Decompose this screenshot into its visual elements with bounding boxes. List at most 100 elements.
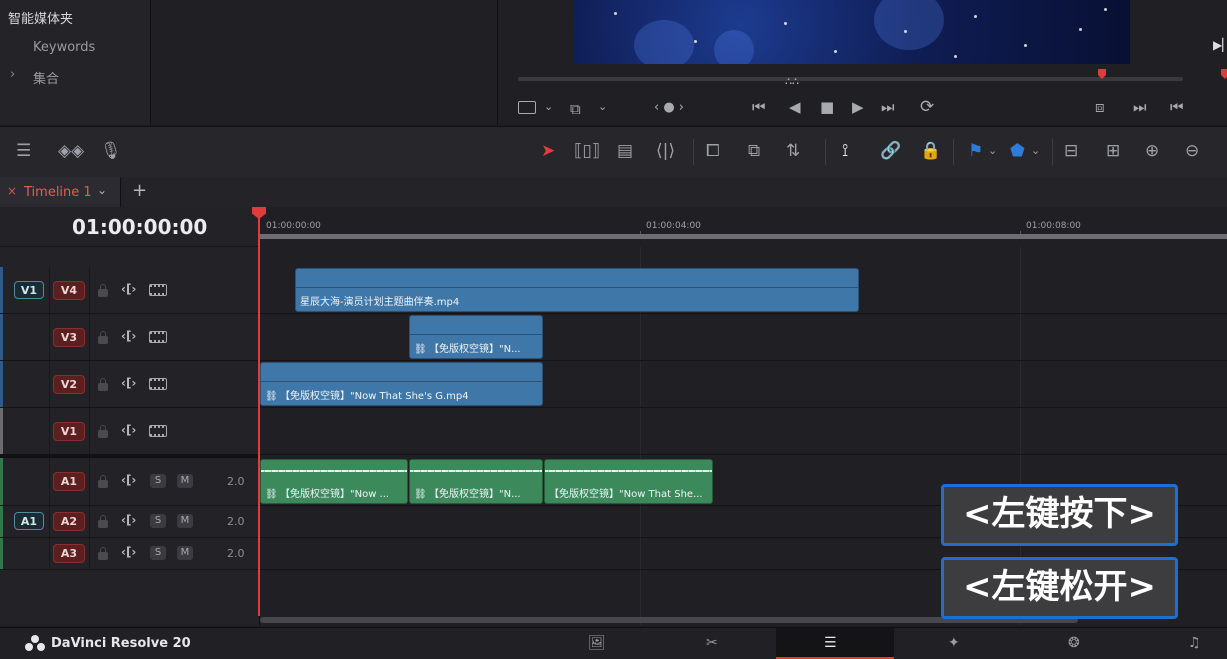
audio-track-icon[interactable]: ⧉ xyxy=(570,100,581,118)
lock-icon[interactable] xyxy=(98,331,108,344)
track-header-v3[interactable]: V3 ‹[› xyxy=(0,314,259,361)
video-clip-v2[interactable]: ⛓ 【免版权空镜】"Now That She's G.mp4 xyxy=(260,362,543,406)
go-to-start-icon[interactable]: ⏮ xyxy=(752,98,766,116)
auto-select-icon[interactable]: ‹[› xyxy=(121,376,136,390)
zoom-full-icon[interactable]: ⊟ xyxy=(1064,141,1078,161)
linked-selection-icon[interactable]: 🔗 xyxy=(880,141,901,161)
solo-button[interactable]: S xyxy=(150,514,166,528)
marker-icon[interactable]: ⬟ xyxy=(1010,141,1025,161)
snapping-icon[interactable]: ⟟ xyxy=(842,141,848,161)
voiceover-mic-icon[interactable]: 🎙 xyxy=(100,141,122,161)
keywords-bin[interactable]: Keywords xyxy=(33,40,95,55)
trim-edit-icon[interactable]: ⟦▯⟧ xyxy=(574,141,600,161)
go-to-end-icon[interactable]: ⏭ xyxy=(881,98,895,116)
fusion-page-icon[interactable]: ✦ xyxy=(948,635,960,651)
dynamic-trim-icon[interactable]: ▤ xyxy=(617,141,633,161)
audio-clip-a1-2[interactable]: ⛓ 【免版权空镜】"N... xyxy=(409,459,543,504)
zoom-out-icon[interactable]: ⊖ xyxy=(1185,141,1199,161)
auto-select-icon[interactable]: ‹[› xyxy=(121,545,136,559)
match-frame-icon[interactable]: ⧈ xyxy=(1095,98,1105,116)
auto-select-icon[interactable]: ‹[› xyxy=(121,282,136,296)
track-name-button[interactable]: V3 xyxy=(53,328,85,347)
timeline-playhead[interactable] xyxy=(258,207,260,616)
timeline-timecode[interactable]: 01:00:00:00 xyxy=(72,215,207,239)
collections-bin[interactable]: 集合 xyxy=(33,68,59,87)
source-destination-a1[interactable]: A1 xyxy=(14,512,44,530)
timeline-options-icon[interactable]: ◈◈ xyxy=(58,141,84,161)
zoom-detail-icon[interactable]: ⊞ xyxy=(1106,141,1120,161)
selection-pointer-icon[interactable]: ➤ xyxy=(541,141,555,161)
track-name-button[interactable]: V2 xyxy=(53,375,85,394)
fairlight-page-icon[interactable]: ♫ xyxy=(1188,635,1201,651)
stop-icon[interactable]: ■ xyxy=(820,98,834,116)
media-page-icon[interactable]: 🖼 xyxy=(588,635,606,651)
track-name-button[interactable]: V1 xyxy=(53,422,85,441)
auto-select-icon[interactable]: ‹[› xyxy=(121,329,136,343)
track-header-a2[interactable]: A1 A2 ‹[› S M 2.0 xyxy=(0,506,259,538)
viewer-scrubber[interactable] xyxy=(518,77,1183,81)
timeline-ruler[interactable] xyxy=(260,234,1227,239)
lock-icon[interactable] xyxy=(98,284,108,297)
auto-select-icon[interactable]: ‹[› xyxy=(121,473,136,487)
track-header-a1[interactable]: A1 ‹[› S M 2.0 xyxy=(0,458,259,506)
audio-clip-a1-1[interactable]: ⛓ 【免版权空镜】"Now ... xyxy=(260,459,408,504)
lock-icon[interactable] xyxy=(98,425,108,438)
add-timeline-icon[interactable]: + xyxy=(132,180,147,201)
replace-clip-icon[interactable]: ⇅ xyxy=(786,141,800,161)
previous-edit-icon[interactable]: ⏮ xyxy=(1170,98,1184,116)
color-page-icon[interactable]: ❂ xyxy=(1068,635,1080,651)
audio-clip-a1-3[interactable]: 【免版权空镜】"Now That She... xyxy=(544,459,713,504)
blade-edit-icon[interactable]: ⟨|⟩ xyxy=(656,141,675,161)
next-edit-icon[interactable]: ⏭ xyxy=(1133,98,1147,116)
track-name-button[interactable]: A2 xyxy=(53,512,85,531)
track-name-button[interactable]: V4 xyxy=(53,281,85,300)
tab-timeline-1[interactable]: × Timeline 1 ⌄ xyxy=(0,177,121,207)
flag-icon[interactable]: ⚑ xyxy=(968,141,983,161)
jog-control[interactable]: ‹ ● › xyxy=(654,100,684,115)
solo-button[interactable]: S xyxy=(150,546,166,560)
track-header-v2[interactable]: V2 ‹[› xyxy=(0,361,259,408)
collections-expand-icon[interactable]: › xyxy=(10,67,15,82)
auto-select-icon[interactable]: ‹[› xyxy=(121,423,136,437)
track-name-button[interactable]: A1 xyxy=(53,472,85,491)
in-out-marker-icon[interactable]: ⛬⛬ xyxy=(785,76,799,87)
lock-icon[interactable] xyxy=(98,515,108,528)
track-header-v1[interactable]: V1 ‹[› xyxy=(0,408,259,455)
track-header-a3[interactable]: A3 ‹[› S M 2.0 xyxy=(0,538,259,570)
video-enable-icon[interactable] xyxy=(149,378,167,390)
chevron-down-icon[interactable]: ⌄ xyxy=(1031,144,1040,157)
video-enable-icon[interactable] xyxy=(149,331,167,343)
viewer-next-icon[interactable]: ▶▏ xyxy=(1213,38,1227,52)
video-clip-v4[interactable]: 星辰大海-演员计划主题曲伴奏.mp4 xyxy=(295,268,859,312)
lock-icon[interactable] xyxy=(98,378,108,391)
chevron-down-icon[interactable]: ⌄ xyxy=(988,144,997,157)
loop-icon[interactable]: ⟳ xyxy=(920,97,934,117)
mute-button[interactable]: M xyxy=(177,546,193,560)
video-enable-icon[interactable] xyxy=(149,284,167,296)
zoom-custom-icon[interactable]: ⊕ xyxy=(1145,141,1159,161)
close-icon[interactable]: × xyxy=(7,184,17,198)
lock-icon[interactable] xyxy=(98,475,108,488)
overwrite-clip-icon[interactable]: ⧉ xyxy=(748,141,760,161)
solo-button[interactable]: S xyxy=(150,474,166,488)
auto-select-icon[interactable]: ‹[› xyxy=(121,513,136,527)
edit-page-tab[interactable]: ☰ xyxy=(776,628,894,659)
video-enable-icon[interactable] xyxy=(149,425,167,437)
mute-button[interactable]: M xyxy=(177,514,193,528)
insert-clip-icon[interactable]: ⧠ xyxy=(706,141,720,161)
play-reverse-icon[interactable]: ◀ xyxy=(789,98,801,116)
chevron-down-icon[interactable]: ⌄ xyxy=(97,183,107,197)
track-name-button[interactable]: A3 xyxy=(53,544,85,563)
timeline-view-options-icon[interactable]: ☰ xyxy=(16,141,31,161)
track-header-v4[interactable]: V1 V4 ‹[› xyxy=(0,267,259,314)
chevron-down-icon[interactable]: ⌄ xyxy=(598,100,607,113)
chevron-down-icon[interactable]: ⌄ xyxy=(544,100,553,113)
clip-view-icon[interactable] xyxy=(518,101,536,114)
position-lock-icon[interactable]: 🔒 xyxy=(920,141,941,161)
video-clip-v3[interactable]: ⛓ 【免版权空镜】"N... xyxy=(409,315,543,359)
lock-icon[interactable] xyxy=(98,547,108,560)
source-destination-v1[interactable]: V1 xyxy=(14,281,44,299)
play-icon[interactable]: ▶ xyxy=(852,98,864,116)
mute-button[interactable]: M xyxy=(177,474,193,488)
cut-page-icon[interactable]: ✂ xyxy=(706,635,718,651)
